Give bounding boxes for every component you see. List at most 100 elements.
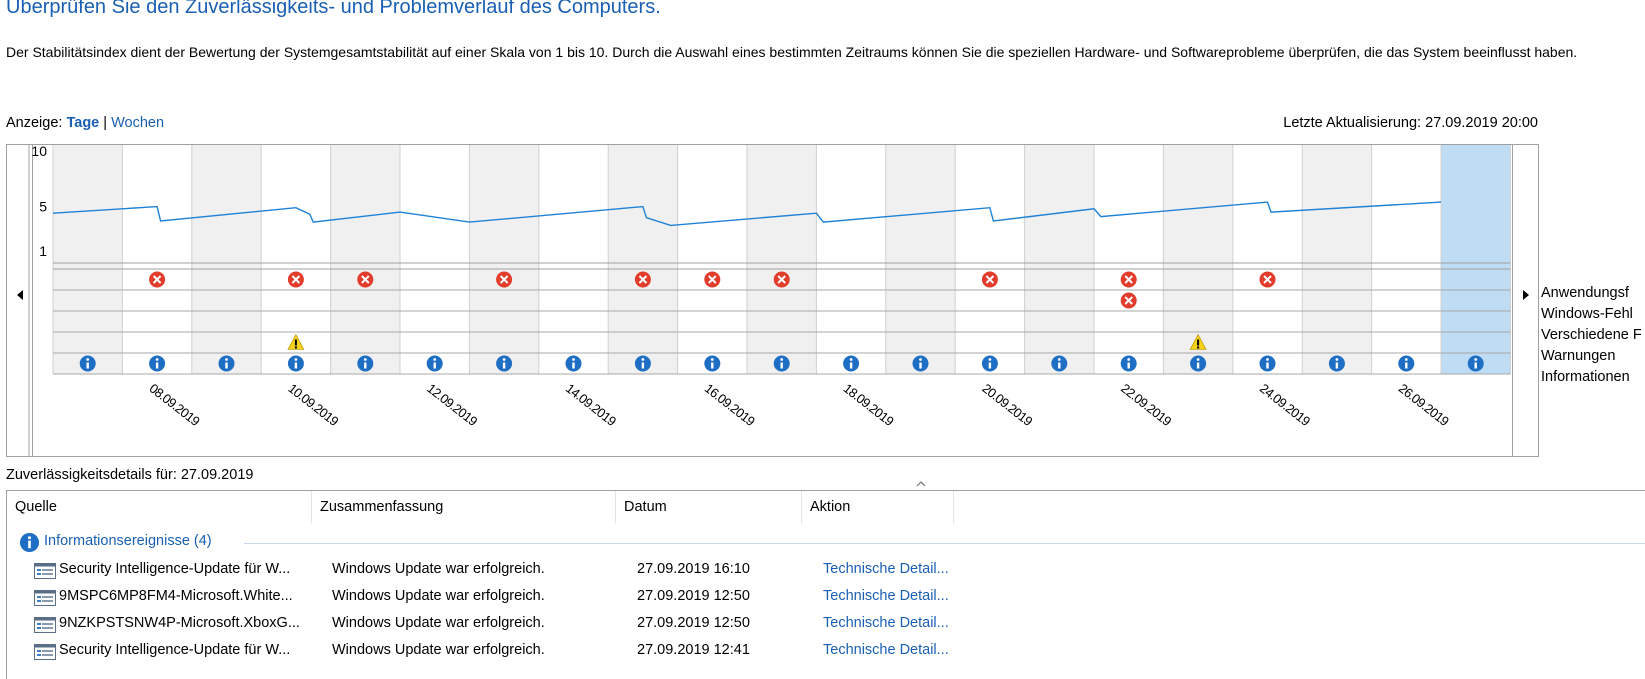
reliability-chart: 10 5 1 08.09.2019 10.09.2019 12.09.2019 14.09.… <box>6 144 1539 457</box>
day-column[interactable] <box>122 145 192 374</box>
technical-details-link[interactable]: Technische Detail... <box>823 561 1023 577</box>
view-weeks-link[interactable]: Wochen <box>111 115 164 131</box>
info-icon-dot <box>363 358 367 361</box>
day-column[interactable] <box>1441 145 1511 374</box>
day-column[interactable] <box>191 145 262 374</box>
day-column[interactable] <box>747 145 817 374</box>
event-log-icon <box>34 563 56 579</box>
view-days-link[interactable]: Tage <box>66 115 99 131</box>
row-label-information: Informationen <box>1541 369 1630 385</box>
row-label-windows-failures: Windows-Fehl <box>1541 306 1633 322</box>
row-summary: Windows Update war erfolgreich. <box>332 588 545 604</box>
day-column[interactable] <box>538 145 609 374</box>
x-tick-label: 24.09.2019 <box>1257 381 1313 429</box>
group-label: Informationsereignisse (4) <box>44 533 212 549</box>
row-label-application-failures: Anwendungsf <box>1541 285 1629 301</box>
info-icon-dot <box>710 358 714 361</box>
view-separator: | <box>103 115 108 131</box>
day-column[interactable] <box>1024 145 1094 374</box>
scroll-right-button[interactable] <box>1512 145 1538 456</box>
stability-chart-svg: 10 5 1 08.09.2019 10.09.2019 12.09.2019 14.09.… <box>28 145 1511 456</box>
day-column[interactable] <box>885 145 956 374</box>
event-row-labels: Anwendungsf Windows-Fehl Verschiedene F … <box>1541 283 1645 388</box>
info-icon-dot <box>225 358 228 361</box>
day-column[interactable] <box>400 145 470 374</box>
x-tick-label: 14.09.2019 <box>563 381 619 429</box>
technical-details-link[interactable]: Technische Detail... <box>823 615 1023 631</box>
day-column[interactable] <box>608 145 678 374</box>
x-tick-label: 20.09.2019 <box>979 381 1035 429</box>
table-row[interactable]: 9NZKPSTSNW4P-Microsoft.XboxG... Windows … <box>7 611 1645 638</box>
info-icon-stem <box>1474 362 1477 369</box>
info-icon-dot <box>86 358 90 361</box>
row-summary: Windows Update war erfolgreich. <box>332 642 545 658</box>
info-icon-dot <box>988 358 992 361</box>
x-tick-label: 08.09.2019 <box>147 381 203 429</box>
row-summary: Windows Update war erfolgreich. <box>332 615 545 631</box>
info-icon-stem <box>502 362 506 369</box>
group-information-events[interactable]: Informationsereignisse (4) <box>19 531 1645 555</box>
table-row[interactable]: 9MSPC6MP8FM4-Microsoft.White... Windows … <box>7 584 1645 611</box>
table-row[interactable]: Security Intelligence-Update für W... Wi… <box>7 557 1645 584</box>
day-column[interactable] <box>955 145 1025 374</box>
column-header-source[interactable]: Quelle <box>7 491 312 524</box>
warning-icon-mark <box>294 339 297 346</box>
info-icon-dot <box>1266 358 1269 361</box>
group-divider <box>244 543 1645 544</box>
info-icon-dot <box>1404 358 1408 361</box>
table-row[interactable]: Security Intelligence-Update für W... Wi… <box>7 638 1645 665</box>
info-icon-dot <box>780 358 784 361</box>
info-icon-dot <box>155 358 159 361</box>
row-source: 9NZKPSTSNW4P-Microsoft.XboxG... <box>59 615 300 631</box>
info-icon-stem <box>155 362 159 369</box>
day-column[interactable] <box>1302 145 1372 374</box>
row-label-warnings: Warnungen <box>1541 348 1616 364</box>
day-column[interactable] <box>330 145 400 374</box>
last-update: Letzte Aktualisierung: 27.09.2019 20:00 <box>1283 115 1538 131</box>
technical-details-link[interactable]: Technische Detail... <box>823 588 1023 604</box>
day-column[interactable] <box>1371 145 1441 374</box>
day-column[interactable] <box>53 145 123 374</box>
info-icon <box>19 532 40 553</box>
event-log-icon <box>34 590 56 606</box>
info-icon-dot <box>919 358 922 361</box>
column-header-action[interactable]: Aktion <box>802 491 954 524</box>
info-icon-dot <box>1057 358 1061 361</box>
event-log-icon <box>34 617 56 633</box>
row-source: 9MSPC6MP8FM4-Microsoft.White... <box>59 588 293 604</box>
info-icon-stem <box>919 362 922 369</box>
x-tick-label: 26.09.2019 <box>1396 381 1452 429</box>
info-icon-stem <box>1335 362 1339 369</box>
warning-icon-mark <box>1197 339 1200 346</box>
view-selector: Anzeige: Tage | Wochen <box>6 115 164 131</box>
info-icon-dot <box>294 358 298 361</box>
info-icon-stem <box>1127 362 1130 369</box>
x-tick-label: 18.09.2019 <box>841 381 897 429</box>
event-log-icon <box>34 644 56 660</box>
details-table: Quelle Zusammenfassung Datum Aktion Info… <box>6 481 1645 679</box>
info-icon-stem <box>988 362 992 369</box>
column-header-date[interactable]: Datum <box>616 491 802 524</box>
info-icon-dot <box>433 358 437 361</box>
info-icon-stem <box>225 362 228 369</box>
info-icon-stem <box>433 362 436 369</box>
info-icon-stem <box>641 362 645 369</box>
day-column[interactable] <box>677 145 747 374</box>
day-column[interactable] <box>1232 145 1303 374</box>
info-icon-dot <box>1196 358 1200 361</box>
warning-icon-dot <box>294 346 297 349</box>
day-column[interactable] <box>816 145 886 374</box>
row-source: Security Intelligence-Update für W... <box>59 642 291 658</box>
warning-icon-dot <box>1197 346 1200 349</box>
day-column[interactable] <box>1094 145 1164 374</box>
info-icon-stem <box>711 362 714 369</box>
info-icon-dot <box>849 358 853 361</box>
x-tick-label: 12.09.2019 <box>424 381 480 429</box>
column-header-summary[interactable]: Zusammenfassung <box>312 491 616 524</box>
x-tick-label: 22.09.2019 <box>1118 381 1174 429</box>
day-column[interactable] <box>469 145 539 374</box>
technical-details-link[interactable]: Technische Detail... <box>823 642 1023 658</box>
page-title: Überprüfen Sie den Zuverlässigkeits- und… <box>6 0 661 18</box>
row-date: 27.09.2019 16:10 <box>637 561 750 577</box>
info-icon-dot <box>1474 358 1478 361</box>
